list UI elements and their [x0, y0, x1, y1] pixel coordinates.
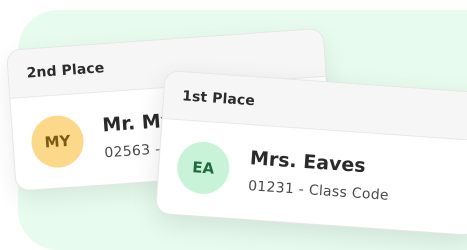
leaderboard-stage: 2nd Place MY Mr. Mye 02563 - C 1st Place…	[0, 0, 467, 250]
avatar: MY	[29, 113, 86, 170]
teacher-name: Mrs. Eaves	[249, 147, 367, 178]
first-place-card[interactable]: 1st Place EA Mrs. Eaves 01231 - Class Co…	[154, 70, 467, 237]
avatar-initials: EA	[191, 158, 215, 178]
rank-label: 1st Place	[181, 87, 256, 109]
avatar-initials: MY	[44, 131, 72, 152]
rank-label: 2nd Place	[26, 59, 105, 82]
class-code-text: 01231 - Class Code	[247, 178, 390, 204]
avatar: EA	[175, 140, 232, 196]
